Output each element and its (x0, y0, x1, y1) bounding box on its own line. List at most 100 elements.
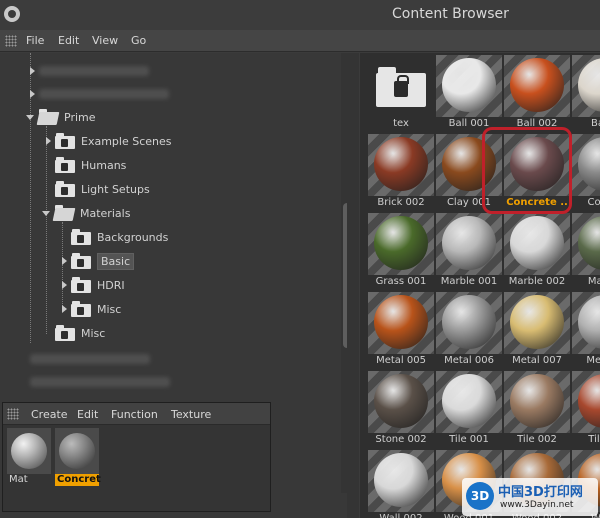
locked-folder-icon (55, 133, 75, 149)
content-tile[interactable]: Ball 0 (572, 55, 600, 133)
tile-label: Tile 002 (517, 434, 557, 445)
material-preview-sphere (510, 58, 564, 112)
material-preview-sphere (374, 137, 428, 191)
expand-arrow-icon[interactable] (62, 281, 67, 289)
content-tile[interactable]: Metal 007 (504, 292, 570, 370)
material-preview-sphere (578, 374, 600, 428)
tree-item-misc[interactable]: Misc (55, 323, 105, 343)
menu-view[interactable]: View (92, 34, 118, 47)
grip-icon[interactable] (5, 35, 17, 47)
tile-thumbnail (504, 371, 570, 433)
tree-item-backgrounds[interactable]: Backgrounds (71, 227, 168, 247)
locked-folder-icon (71, 301, 91, 317)
tree-item-basic[interactable]: Basic (62, 251, 135, 271)
tile-thumbnail (436, 213, 502, 275)
tile-thumbnail (572, 55, 600, 117)
material-preview-sphere (11, 433, 47, 469)
material-preview-sphere (374, 453, 428, 507)
tile-label: Concre (587, 197, 600, 208)
tree-item-materials[interactable]: Materials (42, 203, 130, 223)
menu-function[interactable]: Function (111, 408, 158, 421)
material-preview-sphere (59, 433, 95, 469)
menu-texture[interactable]: Texture (171, 408, 211, 421)
tree-item-obscured[interactable] (30, 349, 150, 369)
tile-thumbnail (368, 134, 434, 196)
tile-thumbnail (368, 450, 434, 512)
grip-icon[interactable] (7, 408, 19, 420)
locked-folder-icon (71, 277, 91, 293)
material-preview-sphere (578, 216, 600, 270)
material-preview-sphere (578, 58, 600, 112)
tree-item-hdri[interactable]: HDRI (62, 275, 125, 295)
menu-edit[interactable]: Edit (77, 408, 98, 421)
content-tile[interactable]: Concre (572, 134, 600, 212)
content-tile[interactable]: Tile 001 (436, 371, 502, 449)
locked-folder-icon (376, 67, 426, 107)
content-tile[interactable]: Tile 002 (504, 371, 570, 449)
tile-thumbnail (436, 292, 502, 354)
material-swatch[interactable]: Mat (7, 428, 51, 486)
menu-file[interactable]: File (26, 34, 44, 47)
tree-label: Prime (64, 110, 96, 124)
tile-thumbnail (368, 55, 434, 117)
content-tile[interactable]: Stone 002 (368, 371, 434, 449)
content-tile[interactable]: Marble (572, 213, 600, 291)
tree-item-obscured[interactable] (30, 372, 170, 392)
content-tile[interactable]: Metal 006 (436, 292, 502, 370)
tree-item-obscured[interactable] (30, 61, 149, 81)
content-tile[interactable]: Metal 0 (572, 292, 600, 370)
locked-folder-icon (55, 157, 75, 173)
tile-label: Grass 001 (375, 276, 427, 287)
tree-item-prime[interactable]: Prime (26, 107, 96, 127)
tile-label: Metal 007 (512, 355, 562, 366)
material-preview-sphere (442, 374, 496, 428)
tile-thumbnail (436, 55, 502, 117)
material-preview-sphere (374, 216, 428, 270)
material-preview-sphere (510, 374, 564, 428)
app-logo-icon (4, 6, 20, 22)
content-tile[interactable]: Marble 001 (436, 213, 502, 291)
material-menu-bar: Create Edit Function Texture (3, 403, 270, 425)
content-tile[interactable]: Grass 001 (368, 213, 434, 291)
tile-label: Tile 001 (449, 434, 489, 445)
tile-label: Stone 002 (375, 434, 427, 445)
content-tile[interactable]: Brick 002 (368, 134, 434, 212)
menu-create[interactable]: Create (31, 408, 68, 421)
locked-folder-icon (71, 229, 91, 245)
content-tile[interactable]: Ball 002 (504, 55, 570, 133)
tile-label: Metal 0 (586, 355, 600, 366)
content-tile[interactable]: Metal 005 (368, 292, 434, 370)
content-grid: texBall 001Ball 002Ball 0Brick 002Clay 0… (360, 53, 600, 518)
tile-label: Metal 005 (376, 355, 426, 366)
collapse-arrow-icon[interactable] (42, 210, 50, 216)
content-tile[interactable]: Ball 001 (436, 55, 502, 133)
expand-arrow-icon[interactable] (62, 305, 67, 313)
folder-open-icon (36, 109, 60, 125)
tile-thumbnail (504, 292, 570, 354)
content-tile[interactable]: Tile 00 (572, 371, 600, 449)
tree-item-misc-materials[interactable]: Misc (62, 299, 121, 319)
folder-open-icon (52, 205, 76, 221)
expand-arrow-icon[interactable] (46, 137, 51, 145)
material-preview-sphere (374, 295, 428, 349)
material-preview-sphere (510, 216, 564, 270)
tree-label: Light Setups (81, 182, 150, 196)
tree-label: Example Scenes (81, 134, 172, 148)
content-tile[interactable]: Wall 002 (368, 450, 434, 518)
watermark: 3D 中国3D打印网 www.3Dayin.net (462, 478, 598, 516)
material-swatch-active[interactable]: Concret (55, 428, 101, 486)
menu-edit[interactable]: Edit (58, 34, 79, 47)
tree-item-obscured[interactable] (30, 84, 169, 104)
tree-item-light-setups[interactable]: Light Setups (55, 179, 150, 199)
tile-thumbnail (368, 213, 434, 275)
collapse-arrow-icon[interactable] (26, 114, 34, 120)
menu-go[interactable]: Go (131, 34, 146, 47)
content-tile[interactable]: tex (368, 55, 434, 133)
locked-folder-icon (55, 325, 75, 341)
content-tile[interactable]: Marble 002 (504, 213, 570, 291)
tile-label: Wall 002 (368, 513, 434, 518)
tree-item-humans[interactable]: Humans (55, 155, 126, 175)
content-scrollbar[interactable] (347, 53, 359, 518)
expand-arrow-icon[interactable] (62, 257, 67, 265)
tree-item-example-scenes[interactable]: Example Scenes (46, 131, 172, 151)
